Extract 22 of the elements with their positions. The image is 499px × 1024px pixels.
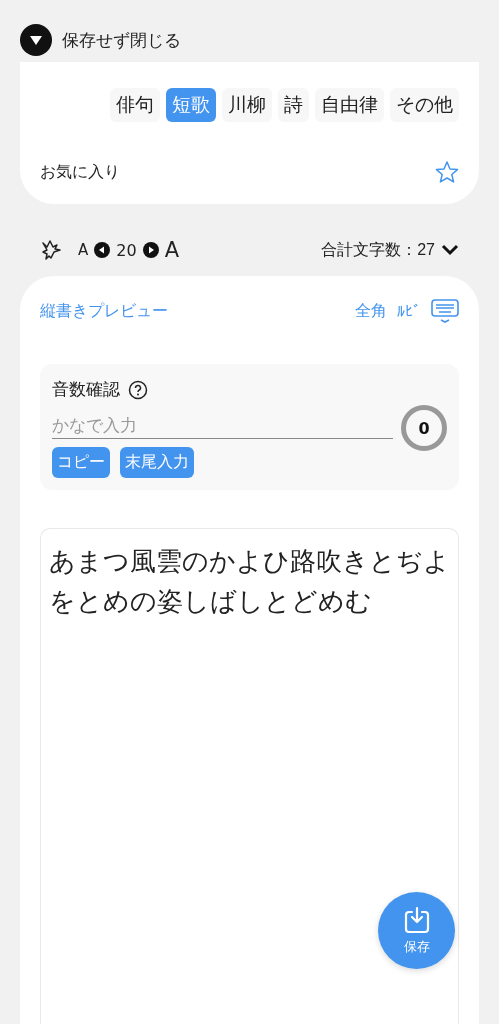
genre-tab[interactable]: 自由律 — [315, 88, 384, 122]
small-font-label: A — [78, 241, 89, 259]
large-font-label: A — [164, 238, 179, 262]
chevron-down-icon — [441, 244, 459, 256]
total-count-dropdown[interactable]: 合計文字数：27 — [321, 239, 459, 261]
download-icon — [403, 905, 430, 934]
genre-tab[interactable]: 川柳 — [222, 88, 272, 122]
help-icon[interactable] — [128, 379, 148, 400]
genre-tab[interactable]: 俳句 — [110, 88, 160, 122]
close-without-saving-button[interactable]: 保存せず閉じる — [20, 24, 181, 56]
favorite-label: お気に入り — [40, 161, 120, 183]
syllable-count: 0 — [401, 405, 447, 451]
genre-tab[interactable]: その他 — [390, 88, 459, 122]
poem-text: あまつ風雲のかよひ路吹きとぢよをとめの姿しばしとどめむ — [49, 545, 450, 618]
star-icon[interactable] — [435, 160, 459, 184]
kana-input-field[interactable]: かなで入力 — [52, 409, 393, 439]
genre-tab[interactable]: 詩 — [278, 88, 309, 122]
syllable-check-title: 音数確認 — [52, 378, 120, 401]
keyboard-icon[interactable] — [431, 298, 459, 324]
font-size-value: 20 — [116, 240, 137, 260]
increase-icon[interactable] — [142, 242, 159, 258]
decrease-icon[interactable] — [94, 242, 111, 258]
